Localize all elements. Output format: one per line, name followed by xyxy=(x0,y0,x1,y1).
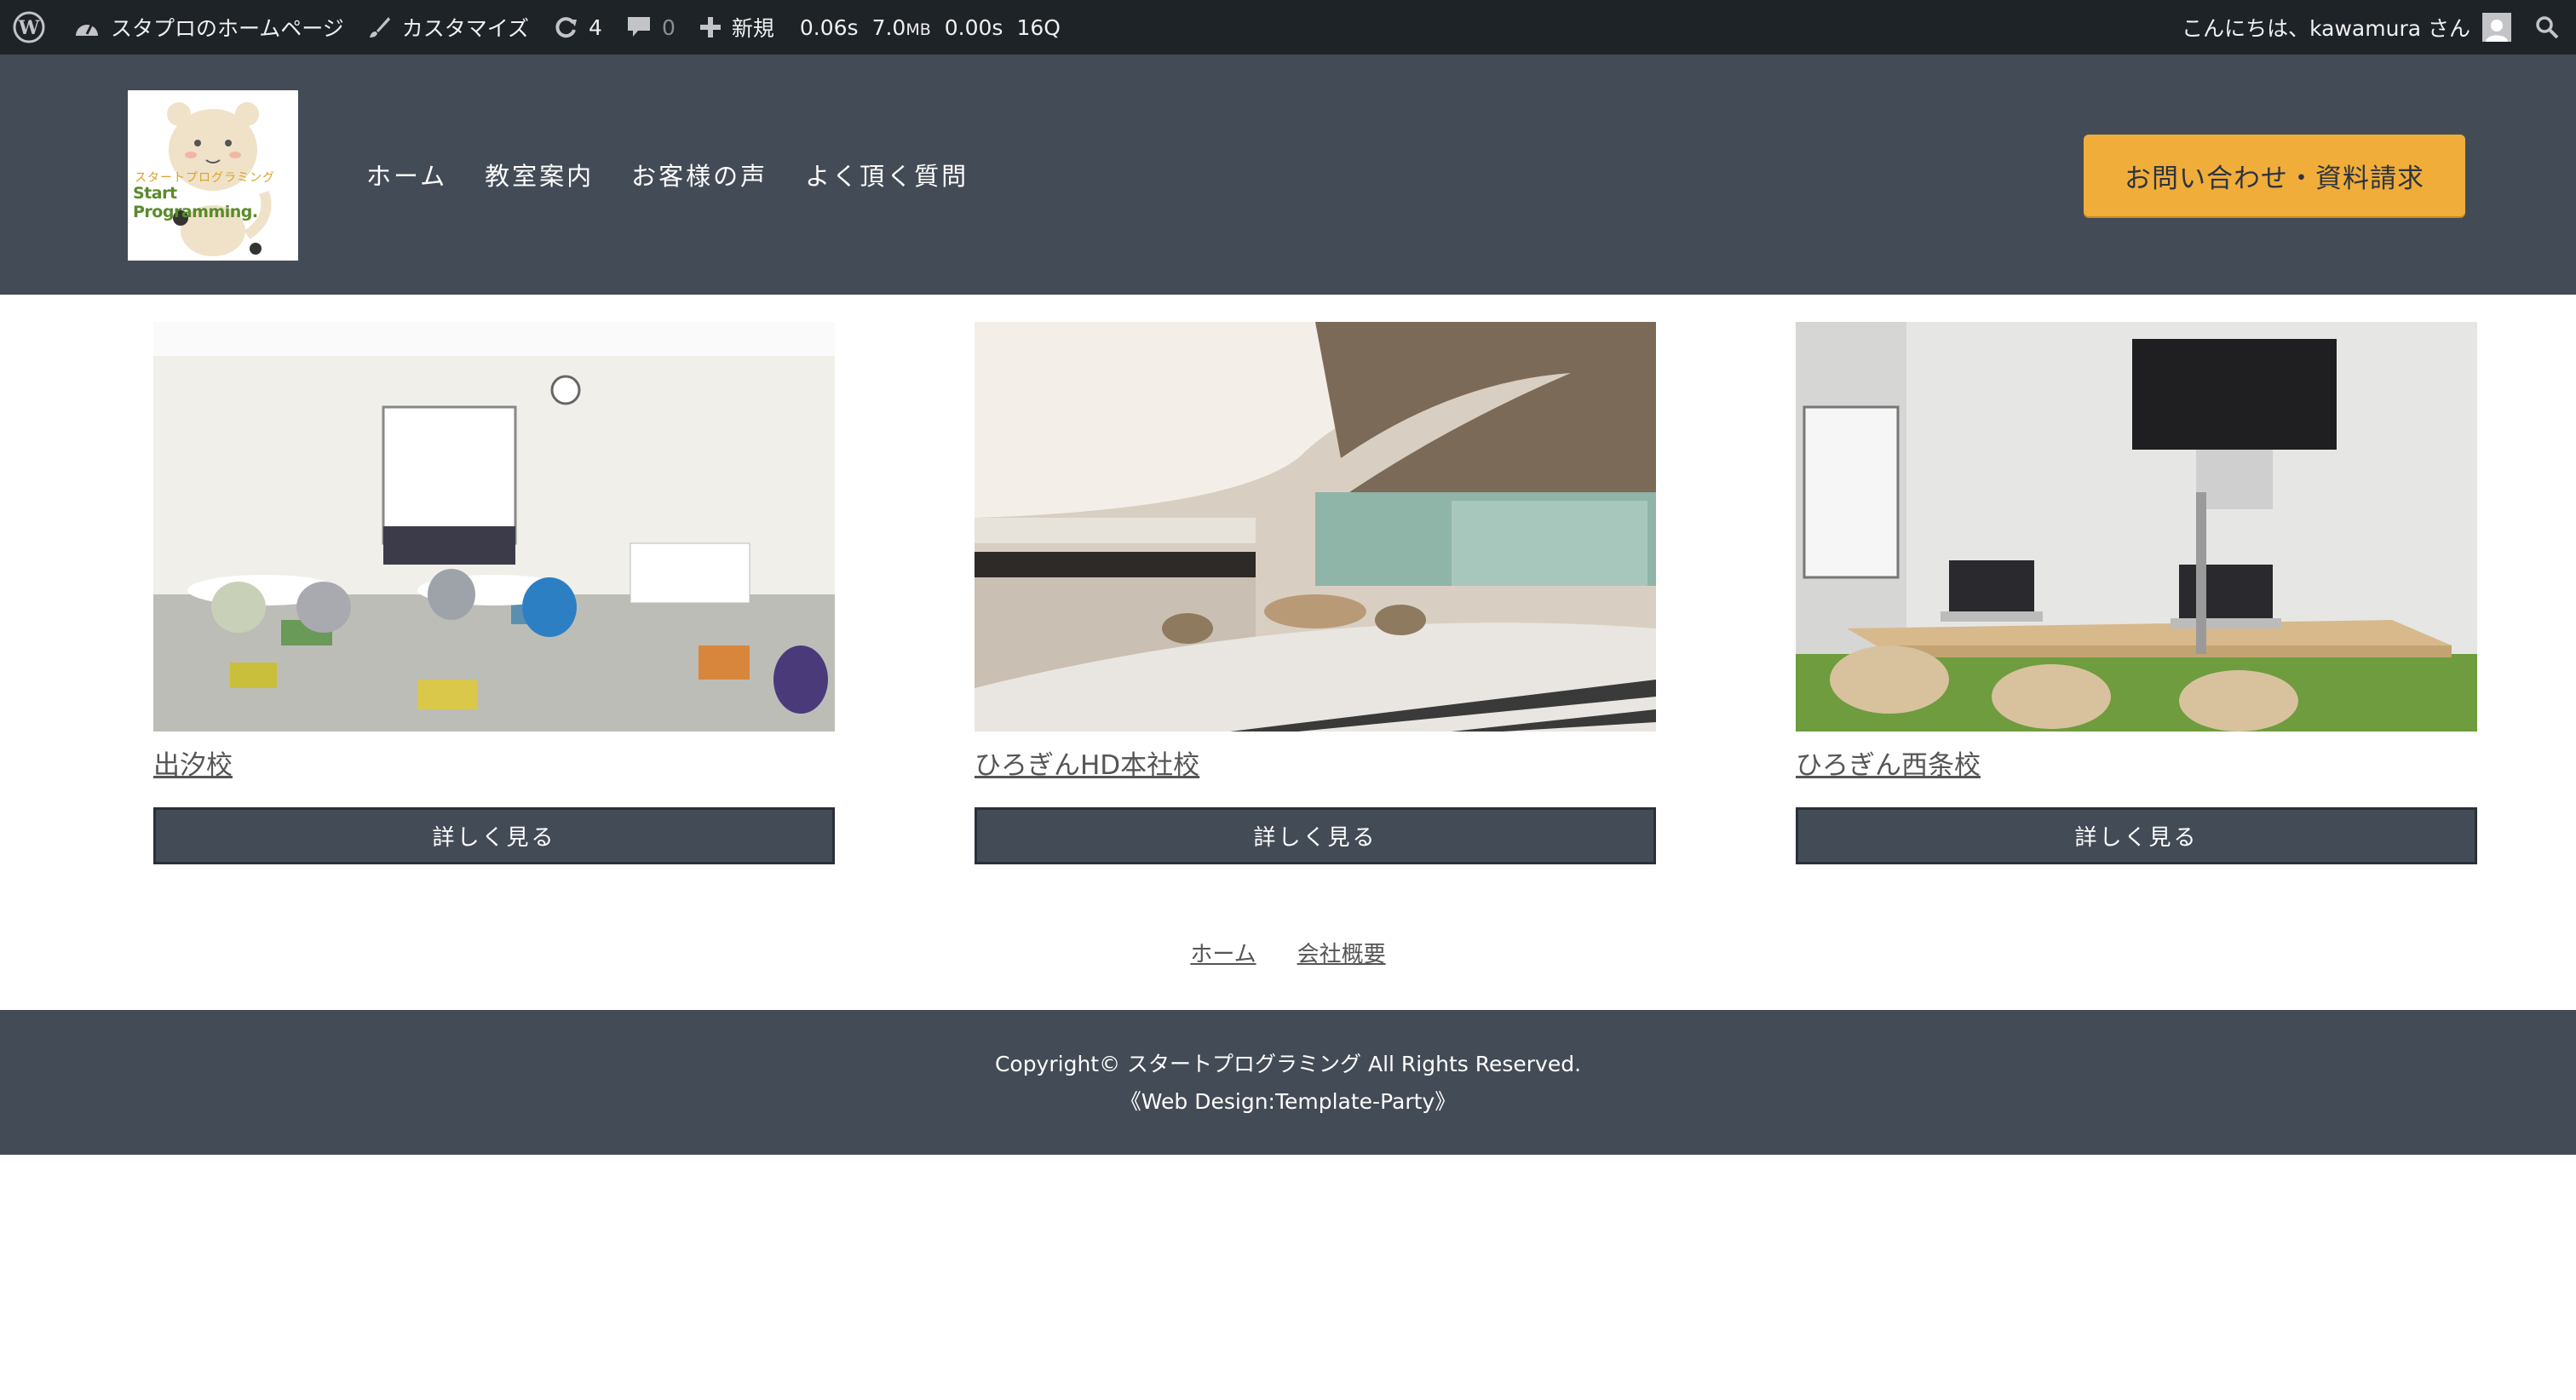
footer-link-company[interactable]: 会社概要 xyxy=(1297,937,1386,968)
qm-memory-value: 7.0 xyxy=(871,14,906,40)
wordpress-logo-icon[interactable]: W xyxy=(0,0,61,55)
school-photo-hirogin-saijo[interactable] xyxy=(1796,322,2477,732)
admin-bar: W スタプロのホームページ カスタマイズ 4 0 新規 0.06s 7.0MB … xyxy=(0,0,2576,55)
school-link-hirogin-saijo[interactable]: ひろぎん西条校 xyxy=(1796,743,2477,782)
nav-item-home[interactable]: ホーム xyxy=(366,157,447,192)
site-name-menu[interactable]: スタプロのホームページ xyxy=(61,0,356,55)
school-photo-hirogin-hd[interactable] xyxy=(975,322,1656,732)
avatar xyxy=(2482,13,2511,42)
new-label: 新規 xyxy=(731,16,774,41)
contact-request-button[interactable]: お問い合わせ・資料請求 xyxy=(2084,135,2465,216)
copyright-text: Copyright© スタートプログラミング All Rights Reserv… xyxy=(994,1052,1582,1076)
footer-menu: ホーム 会社概要 xyxy=(0,937,2576,968)
paintbrush-icon xyxy=(368,15,392,39)
updates-count: 4 xyxy=(589,14,602,40)
qm-db-time: 0.00s xyxy=(944,14,1003,40)
svg-text:W: W xyxy=(18,17,40,39)
updates-menu[interactable]: 4 xyxy=(541,0,614,55)
query-monitor-menu[interactable]: 0.06s 7.0MB 0.00s 16Q xyxy=(786,0,1072,55)
qm-memory-unit: MB xyxy=(906,20,931,39)
site-footer: Copyright© スタートプログラミング All Rights Reserv… xyxy=(0,1010,2576,1155)
logo-text-en: Start Programming. xyxy=(133,184,258,221)
new-content-menu[interactable]: 新規 xyxy=(687,0,786,55)
main-navigation: ホーム 教室案内 お客様の声 よく頂く質問 xyxy=(366,157,969,192)
nav-item-faq[interactable]: よく頂く質問 xyxy=(805,157,969,192)
updates-icon xyxy=(553,14,578,40)
design-credit-text: 《Web Design:Template-Party》 xyxy=(1119,1089,1457,1114)
school-photo-ushio[interactable] xyxy=(153,322,835,732)
qm-memory: 7.0MB xyxy=(872,15,931,40)
logo-text-jp: スタートプログラミング xyxy=(135,171,275,185)
customize-label: カスタマイズ xyxy=(401,16,530,41)
plus-icon xyxy=(699,16,722,38)
school-link-ushio[interactable]: 出汐校 xyxy=(153,743,835,782)
site-name-label: スタプロのホームページ xyxy=(111,16,344,41)
qm-queries: 16Q xyxy=(1016,14,1061,40)
footer-link-home[interactable]: ホーム xyxy=(1190,937,1256,968)
comments-count: 0 xyxy=(661,14,676,40)
details-button-hirogin-saijo[interactable]: 詳しく見る xyxy=(1796,807,2477,864)
qm-time: 0.06s xyxy=(799,14,859,40)
school-card: 出汐校 詳しく見る xyxy=(153,322,835,864)
comments-menu[interactable]: 0 xyxy=(614,0,687,55)
greeting-label: こんにちは、kawamura さん xyxy=(2182,16,2470,41)
details-button-ushio[interactable]: 詳しく見る xyxy=(153,807,835,864)
school-link-hirogin-hd[interactable]: ひろぎんHD本社校 xyxy=(975,743,1656,782)
site-header: スタートプログラミング Start Programming. ホーム 教室案内 … xyxy=(0,55,2576,295)
my-account-menu[interactable]: こんにちは、kawamura さん xyxy=(2170,0,2523,55)
dashboard-icon xyxy=(73,15,101,39)
comment-icon xyxy=(626,15,652,39)
site-logo[interactable]: スタートプログラミング Start Programming. xyxy=(128,90,298,261)
nav-item-testimonials[interactable]: お客様の声 xyxy=(631,157,768,192)
school-card: ひろぎんHD本社校 詳しく見る xyxy=(975,322,1656,864)
details-button-hirogin-hd[interactable]: 詳しく見る xyxy=(975,807,1656,864)
customize-menu[interactable]: カスタマイズ xyxy=(356,0,541,55)
nav-item-classrooms[interactable]: 教室案内 xyxy=(485,157,594,192)
school-card: ひろぎん西条校 詳しく見る xyxy=(1796,322,2477,864)
admin-search-icon[interactable] xyxy=(2523,0,2576,55)
